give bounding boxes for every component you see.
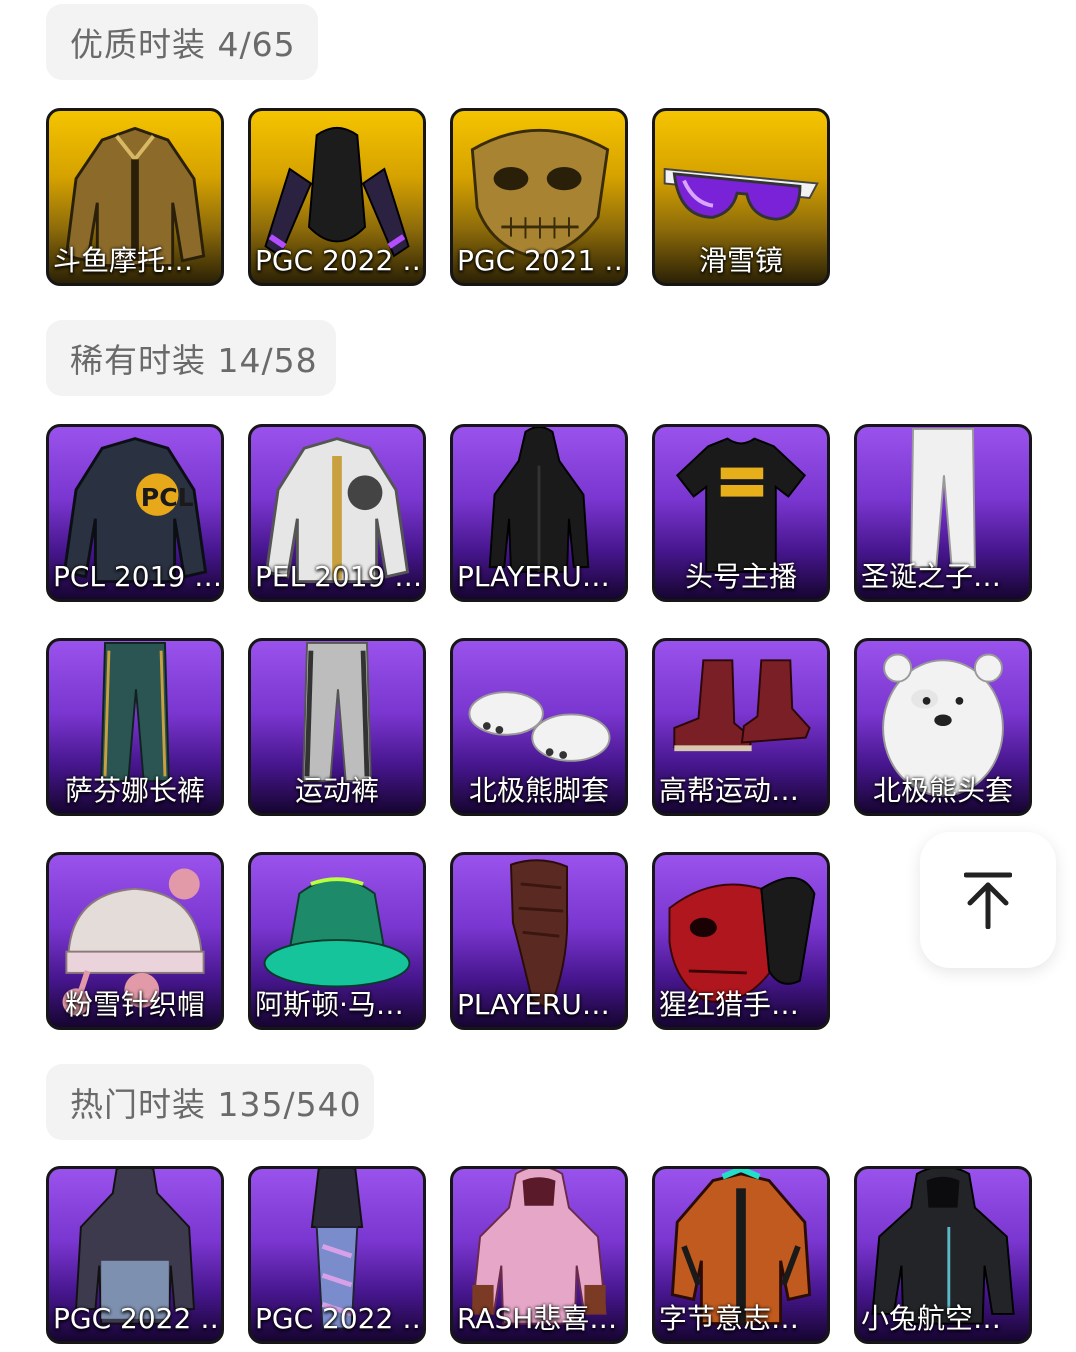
item-tile[interactable]: 北极熊脚套 xyxy=(450,638,628,816)
section-title-popular: 热门时装 135/540 xyxy=(46,1064,374,1140)
item-tile[interactable]: PGC 2022 … xyxy=(248,1166,426,1344)
item-tile[interactable]: 小兔航空… xyxy=(854,1166,1032,1344)
item-name: 北极熊头套 xyxy=(872,774,1013,807)
item-tile[interactable]: PGC 2022 … xyxy=(248,108,426,286)
item-name: 阿斯顿·马… xyxy=(255,988,404,1021)
quality-items-grid: 斗鱼摩托… PGC 2022 … PGC 2021 … 滑雪镜 xyxy=(46,108,1032,286)
item-name: 粉雪针织帽 xyxy=(64,988,205,1021)
item-name: 字节意志… xyxy=(659,1302,800,1335)
item-name: 斗鱼摩托… xyxy=(53,244,194,277)
item-tile[interactable]: 粉雪针织帽 xyxy=(46,852,224,1030)
popular-items-grid: PGC 2022 … PGC 2022 … RASH悲喜… 字节意志… 小兔航空… xyxy=(46,1166,1032,1344)
item-name: 小兔航空… xyxy=(861,1302,1002,1335)
item-tile[interactable]: 萨芬娜长裤 xyxy=(46,638,224,816)
back-to-top-button[interactable] xyxy=(920,832,1056,968)
item-name: PGC 2022 … xyxy=(53,1302,221,1335)
svg-text:PCL: PCL xyxy=(141,483,194,512)
item-name: 运动裤 xyxy=(294,774,379,807)
item-tile[interactable]: PEL 2019 … xyxy=(248,424,426,602)
item-name: 滑雪镜 xyxy=(698,244,783,277)
item-name: 头号主播 xyxy=(684,560,797,593)
item-name: 猩红猎手… xyxy=(659,988,800,1021)
item-tile[interactable]: 字节意志… xyxy=(652,1166,830,1344)
item-name: PGC 2021 … xyxy=(457,244,625,277)
item-name: 高帮运动… xyxy=(659,774,800,807)
item-tile[interactable]: 高帮运动… xyxy=(652,638,830,816)
item-name: PLAYERU… xyxy=(457,560,610,593)
item-name: RASH悲喜… xyxy=(457,1302,618,1335)
item-name: PLAYERU… xyxy=(457,988,610,1021)
arrow-up-to-line-icon xyxy=(964,872,1012,929)
item-tile[interactable]: 头号主播 xyxy=(652,424,830,602)
item-tile[interactable]: PLAYERU… xyxy=(450,424,628,602)
item-tile[interactable]: 运动裤 xyxy=(248,638,426,816)
item-tile[interactable]: PCL PCL 2019 … xyxy=(46,424,224,602)
item-name: PGC 2022 … xyxy=(255,1302,423,1335)
item-tile[interactable]: PLAYERU… xyxy=(450,852,628,1030)
section-title-rare: 稀有时装 14/58 xyxy=(46,320,336,396)
item-tile[interactable]: 猩红猎手… xyxy=(652,852,830,1030)
item-tile[interactable]: 滑雪镜 xyxy=(652,108,830,286)
item-name: 萨芬娜长裤 xyxy=(64,774,205,807)
item-tile[interactable]: PGC 2021 … xyxy=(450,108,628,286)
item-name: PEL 2019 … xyxy=(255,560,423,593)
item-tile[interactable]: 北极熊头套 xyxy=(854,638,1032,816)
item-name: 北极熊脚套 xyxy=(468,774,609,807)
item-tile[interactable]: RASH悲喜… xyxy=(450,1166,628,1344)
section-title-quality: 优质时装 4/65 xyxy=(46,4,318,80)
item-tile[interactable]: 斗鱼摩托… xyxy=(46,108,224,286)
item-name: 圣诞之子… xyxy=(861,560,1002,593)
rare-items-grid: PCL PCL 2019 … PEL 2019 … PLAYERU… 头号主播 … xyxy=(46,424,1032,1030)
item-name: PGC 2022 … xyxy=(255,244,423,277)
item-tile[interactable]: 阿斯顿·马… xyxy=(248,852,426,1030)
item-name: PCL 2019 … xyxy=(53,560,221,593)
item-tile[interactable]: PGC 2022 … xyxy=(46,1166,224,1344)
item-tile[interactable]: 圣诞之子… xyxy=(854,424,1032,602)
